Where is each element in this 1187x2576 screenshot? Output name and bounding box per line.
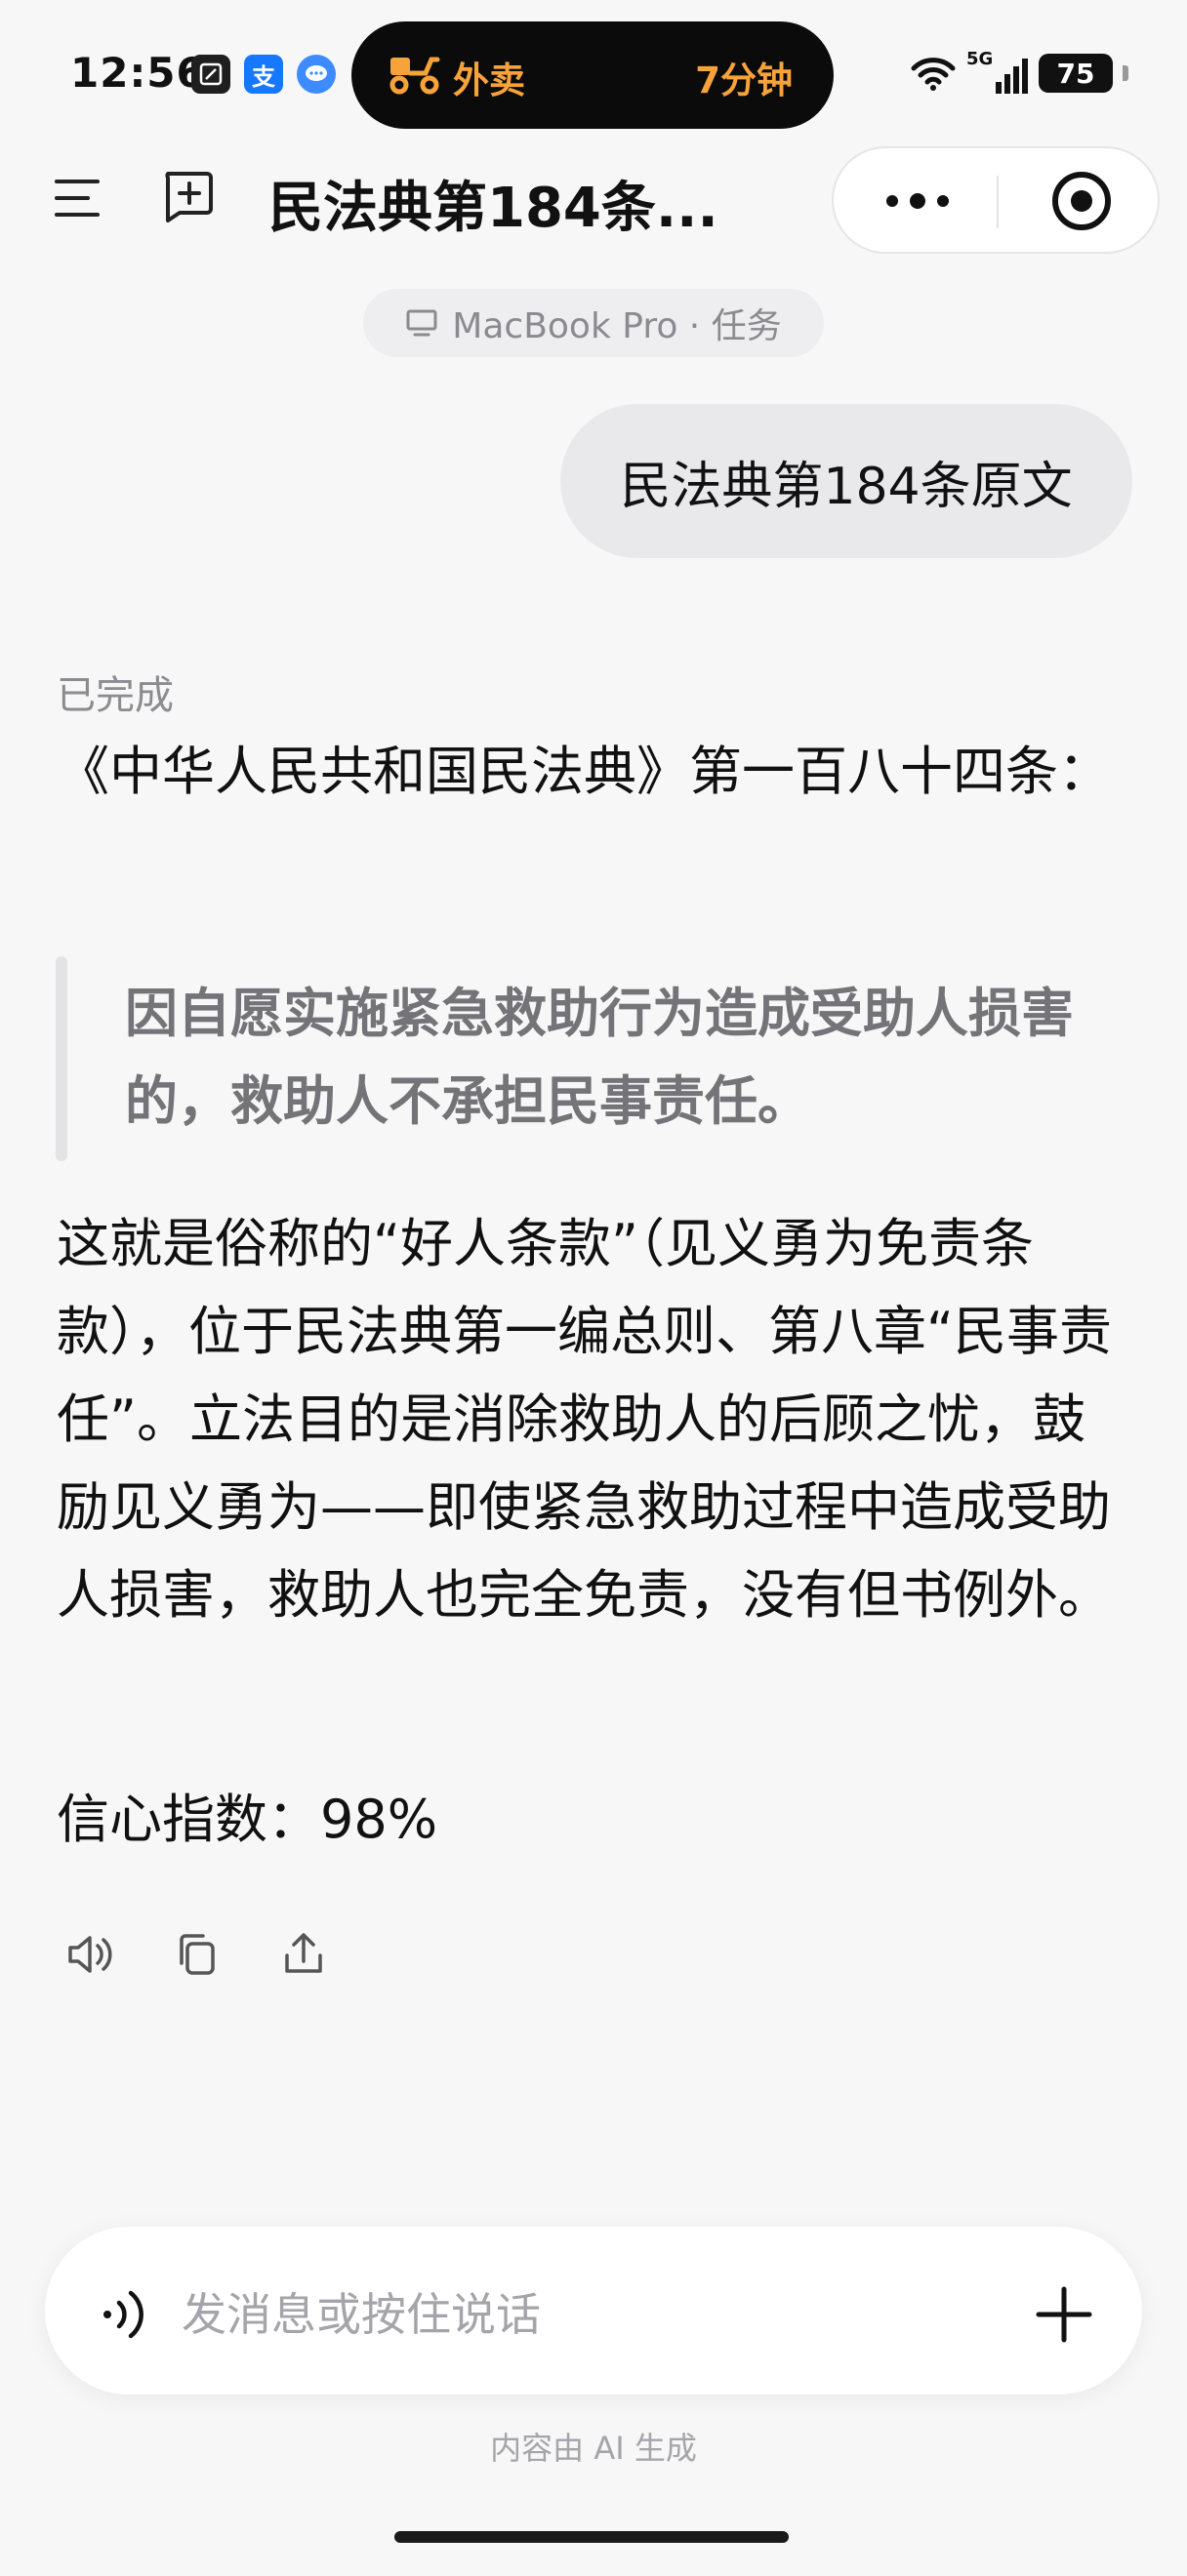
target-close-icon[interactable] [1050,170,1113,232]
status-indicators: 5G 75 [910,49,1128,98]
law-quote-text: 因自愿实施紧急救助行为造成受助人损害的，救助人不承担民事责任。 [125,983,1074,1132]
ai-confidence-text: 信心指数：98% [57,1789,438,1850]
cellular-signal-icon: 5G [966,49,1029,94]
capsule-divider [997,176,999,228]
user-message-text: 民法典第184条原文 [620,457,1073,516]
doc-app-icon [191,55,230,94]
device-task-chip[interactable]: MacBook Pro · 任务 [363,289,824,357]
user-message-bubble[interactable]: 民法典第184条原文 [560,404,1132,558]
live-activity-island[interactable]: 外卖 7分钟 [351,21,834,129]
ai-generated-note: 内容由 AI 生成 [490,2430,697,2467]
chat-title: 民法典第184条... [268,177,718,240]
mini-program-capsule [832,146,1160,254]
chat-screen: 12:56 支 外卖 7分钟 5G 75 民法典第184条... MacBook… [0,0,1187,2576]
status-time: 12:56 [70,49,206,97]
scooter-icon [389,57,440,95]
ai-explanation-text: 这就是俗称的“好人条款”（见义勇为免责条款），位于民法典第一编总则、第八章“民事… [57,1213,1112,1626]
live-activity-eta: 7分钟 [695,60,793,101]
share-icon[interactable] [281,1930,326,1979]
live-activity-label: 外卖 [453,60,525,101]
copy-icon[interactable] [174,1930,219,1979]
battery-indicator: 75 [1039,54,1113,93]
device-chip-label: MacBook Pro · 任务 [452,306,782,346]
chat-bubble-app-icon [297,55,336,94]
wifi-icon [911,58,956,91]
speaker-icon[interactable] [64,1930,119,1979]
alipay-icon: 支 [244,55,283,94]
home-indicator[interactable] [394,2531,789,2543]
ai-status-label: 已完成 [57,673,174,718]
more-dots-icon[interactable] [882,189,953,213]
battery-nub [1123,65,1128,81]
plus-icon[interactable] [1035,2285,1093,2344]
voice-wave-icon[interactable] [98,2285,154,2344]
quote-bar [56,956,67,1161]
ai-intro-text: 《中华人民共和国民法典》第一百八十四条： [57,741,1111,802]
laptop-icon [406,309,437,337]
message-input[interactable] [182,2285,943,2344]
new-chat-icon[interactable] [160,170,215,224]
menu-icon[interactable] [53,174,102,222]
